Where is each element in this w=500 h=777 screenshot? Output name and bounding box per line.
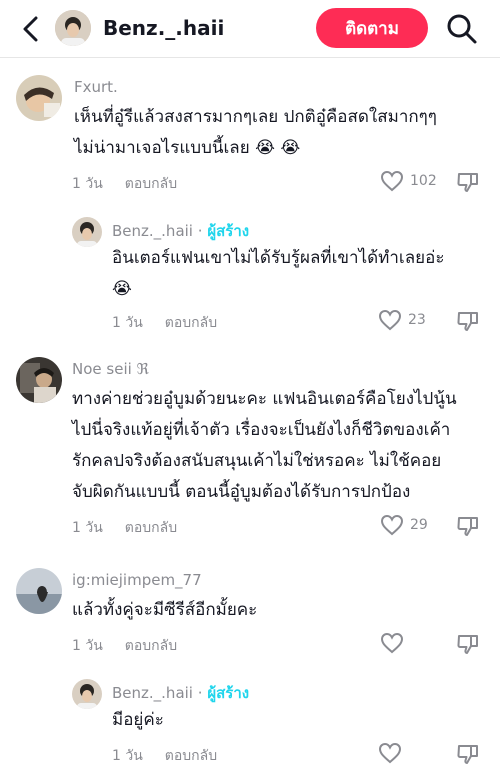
- comment-text-line: จับผิดกันแบบนี้ ตอนนี้อู๋บูมต้องได้รับกา…: [72, 482, 411, 502]
- comment-text-line: แล้วทั้งคู่จะมีซีรีส์อีกมั้ยคะ: [72, 600, 258, 620]
- heart-icon: [378, 742, 402, 764]
- comment-meta: 1 วัน ตอบกลับ: [72, 635, 199, 657]
- avatar[interactable]: [55, 10, 91, 46]
- like-button[interactable]: [380, 632, 410, 654]
- thumbs-down-icon: [457, 517, 478, 536]
- reply-button[interactable]: ตอบกลับ: [125, 520, 177, 536]
- chevron-left-icon: [23, 16, 38, 42]
- back-button[interactable]: [14, 12, 48, 46]
- follow-button[interactable]: ติดตาม: [316, 8, 428, 48]
- like-count: 29: [410, 517, 428, 533]
- dislike-button[interactable]: [456, 170, 480, 194]
- top-bar: Benz._.haii ติดตาม: [0, 0, 500, 56]
- comment-text-line: ไม่น่ามาเจอไรแบบนี้เลย 😭 😭: [74, 138, 301, 158]
- like-button[interactable]: [378, 742, 408, 764]
- like-button[interactable]: 102: [380, 170, 437, 192]
- comment-meta: 1 วัน ตอบกลับ: [72, 173, 199, 195]
- search-button[interactable]: [445, 12, 479, 46]
- comment-time: 1 วัน: [112, 315, 143, 331]
- comment-meta: 1 วัน ตอบกลับ: [112, 745, 239, 767]
- comment-time: 1 วัน: [72, 638, 103, 654]
- comment-text: แล้วทั้งคู่จะมีซีรีส์อีกมั้ยคะ: [72, 595, 257, 626]
- comment-username[interactable]: Benz._.haii: [112, 222, 193, 240]
- comment-text-line: รักคลปจริงต้องสนับสนุนเค้าไม่ใช่หรอคะ ไม…: [72, 451, 442, 471]
- reply-username-row: Benz._.haii · ผู้สร้าง: [112, 681, 249, 705]
- avatar[interactable]: [72, 217, 102, 247]
- thumbs-down-icon: [457, 635, 478, 654]
- creator-badge: ผู้สร้าง: [207, 684, 250, 702]
- heart-icon: [378, 309, 402, 331]
- heart-icon: [380, 514, 404, 536]
- separator: ·: [197, 684, 203, 702]
- reply-button[interactable]: ตอบกลับ: [165, 315, 217, 331]
- reply-button[interactable]: ตอบกลับ: [165, 748, 217, 764]
- username-suffix: ℜ: [136, 360, 149, 378]
- avatar[interactable]: [72, 679, 102, 709]
- dislike-button[interactable]: [456, 309, 480, 333]
- comment-meta: 1 วัน ตอบกลับ: [72, 517, 199, 539]
- comment-text-line: ทางค่ายช่วยอู๋บูมด้วยนะคะ แฟนอินเตอร์คือ…: [72, 389, 457, 409]
- avatar[interactable]: [16, 568, 62, 614]
- comment-text-line: 😭: [112, 279, 132, 299]
- like-count: 23: [408, 312, 426, 328]
- dislike-button[interactable]: [456, 514, 480, 538]
- avatar[interactable]: [16, 357, 62, 403]
- separator: ·: [197, 222, 203, 240]
- like-button[interactable]: 23: [378, 309, 426, 331]
- comment-text: ทางค่ายช่วยอู๋บูมด้วยนะคะ แฟนอินเตอร์คือ…: [72, 384, 457, 508]
- comment-username[interactable]: Noe seii: [72, 360, 132, 378]
- like-button[interactable]: 29: [380, 514, 428, 536]
- comment-text: เห็นที่อู๋รีแล้วสงสารมากๆเลย ปกติอู๋คือส…: [74, 102, 437, 164]
- profile-username[interactable]: Benz._.haii: [103, 16, 224, 40]
- comment-meta: 1 วัน ตอบกลับ: [112, 312, 239, 334]
- thumbs-down-icon: [457, 745, 478, 764]
- comment-time: 1 วัน: [72, 520, 103, 536]
- like-count: 102: [410, 173, 437, 189]
- avatar[interactable]: [16, 75, 62, 121]
- search-icon: [447, 14, 477, 44]
- comment-text-line: มีอยู่ค่ะ: [112, 710, 164, 730]
- comment-text-line: เห็นที่อู๋รีแล้วสงสารมากๆเลย ปกติอู๋คือส…: [74, 107, 437, 127]
- comment-time: 1 วัน: [72, 176, 103, 192]
- heart-icon: [380, 170, 404, 192]
- dislike-button[interactable]: [456, 632, 480, 656]
- thumbs-down-icon: [457, 173, 478, 192]
- reply-button[interactable]: ตอบกลับ: [125, 638, 177, 654]
- comment-text: มีอยู่ค่ะ: [112, 705, 164, 736]
- comment-text-line: ไปนี่จริงแท้อยู่ที่เจ้าตัว เรื่องจะเป็นย…: [72, 420, 451, 440]
- comment-text-line: อินเตอร์แฟนเขาไม่ได้รับรู้ผลที่เขาได้ทำเ…: [112, 248, 445, 268]
- comment-text: อินเตอร์แฟนเขาไม่ได้รับรู้ผลที่เขาได้ทำเ…: [112, 243, 444, 305]
- creator-badge: ผู้สร้าง: [207, 222, 250, 240]
- header-divider: [0, 57, 500, 58]
- heart-icon: [380, 632, 404, 654]
- comment-username[interactable]: Fxurt.: [74, 78, 118, 96]
- thumbs-down-icon: [457, 312, 478, 331]
- dislike-button[interactable]: [456, 742, 480, 766]
- comment-username[interactable]: Benz._.haii: [112, 684, 193, 702]
- comment-username-row: Noe seii ℜ: [72, 360, 149, 378]
- reply-button[interactable]: ตอบกลับ: [125, 176, 177, 192]
- comment-time: 1 วัน: [112, 748, 143, 764]
- comment-username[interactable]: ig:miejimpem_77: [72, 571, 202, 589]
- reply-username-row: Benz._.haii · ผู้สร้าง: [112, 219, 249, 243]
